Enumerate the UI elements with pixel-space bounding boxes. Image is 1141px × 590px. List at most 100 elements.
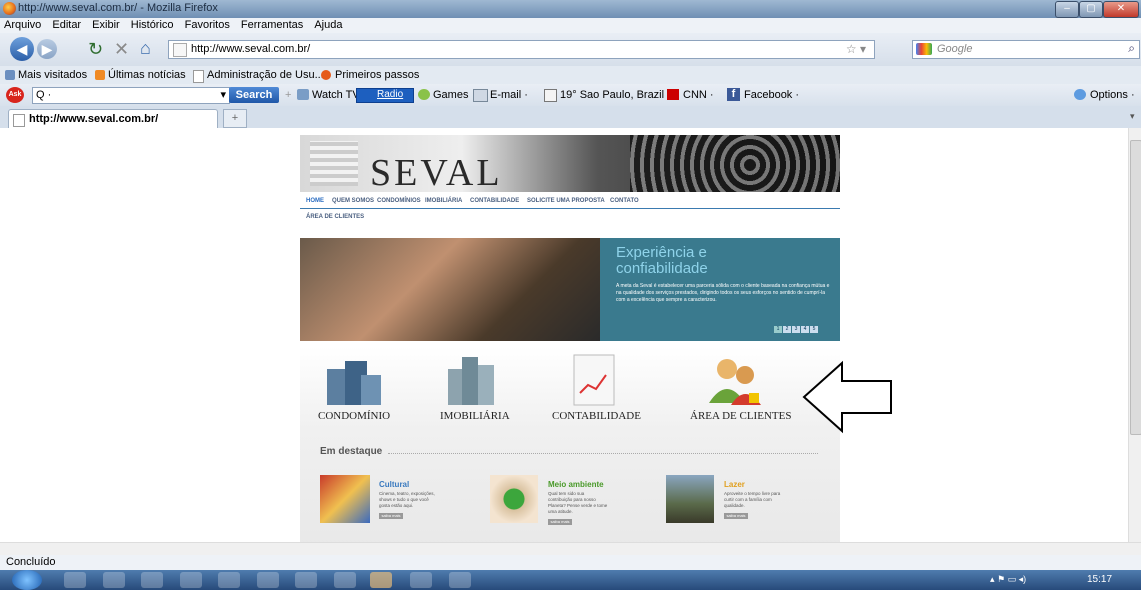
feature-cultural-title[interactable]: Cultural [379, 480, 439, 489]
start-button[interactable] [12, 570, 42, 590]
feature-meio-ambiente: Meio ambiente Qual tem sido sua contribu… [548, 480, 608, 525]
menu-historico[interactable]: Histórico [131, 18, 174, 33]
city-icon[interactable] [442, 355, 502, 407]
feature-meio-ambiente-title[interactable]: Meio ambiente [548, 480, 608, 489]
weather-link[interactable]: 19° Sao Paulo, Brazil · [560, 89, 671, 101]
ask-search-input[interactable]: Q · ▾ [32, 87, 230, 104]
taskbar-app-icon[interactable] [334, 572, 356, 588]
taskbar-app-icon[interactable] [218, 572, 240, 588]
service-contabilidade[interactable]: CONTABILIDADE [552, 410, 641, 422]
reload-icon[interactable]: ↻ [88, 39, 103, 60]
bookmark-primeiros-passos[interactable]: Primeiros passos [335, 69, 419, 81]
destaque-divider [388, 453, 818, 454]
watch-tv-link[interactable]: Watch TV [312, 89, 360, 101]
menu-bar: Arquivo Editar Exibir Histórico Favorito… [0, 18, 1141, 33]
maximize-button[interactable]: ▢ [1079, 1, 1103, 18]
nav-solicite-proposta[interactable]: SOLICITE UMA PROPOSTA [527, 198, 605, 204]
weather-icon [544, 89, 557, 102]
feature-lazer-title[interactable]: Lazer [724, 480, 784, 489]
hero-page-3[interactable]: 3 [792, 326, 800, 333]
hero-page-1[interactable]: 1 [774, 326, 782, 333]
hero-text: A meta da Seval é estabelecer uma parcer… [616, 283, 830, 303]
home-icon[interactable]: ⌂ [140, 38, 151, 59]
rss-icon [95, 70, 105, 80]
feature-meio-ambiente-button[interactable]: saiba mais [548, 519, 572, 525]
nav-home[interactable]: HOME [306, 198, 324, 204]
nav-area-clientes[interactable]: ÁREA DE CLIENTES [306, 214, 364, 220]
menu-favoritos[interactable]: Favoritos [185, 18, 230, 33]
page-icon [13, 114, 25, 127]
search-icon[interactable]: ⌕ [1128, 41, 1135, 56]
explorer-icon[interactable] [64, 572, 86, 588]
menu-ferramentas[interactable]: Ferramentas [241, 18, 303, 33]
new-tab-button[interactable]: + [223, 109, 247, 128]
leisure-image [666, 475, 714, 523]
tab-list-icon[interactable]: ▾ [1130, 111, 1135, 122]
address-bar[interactable]: http://www.seval.com.br/ ☆ ▾ [168, 40, 875, 59]
service-imobiliaria[interactable]: IMOBILIÁRIA [440, 410, 510, 422]
nav-condominios[interactable]: CONDOMÍNIOS [377, 198, 421, 204]
chart-document-icon[interactable] [570, 353, 620, 408]
menu-arquivo[interactable]: Arquivo [4, 18, 41, 33]
dropdown-arrow-icon[interactable]: ▾ [220, 88, 226, 101]
ask-search-button[interactable]: Search [229, 87, 279, 103]
service-area-clientes[interactable]: ÁREA DE CLIENTES [690, 410, 791, 422]
taskbar-app-icon[interactable] [103, 572, 125, 588]
hero-page-2[interactable]: 2 [783, 326, 791, 333]
nav-contato[interactable]: CONTATO [610, 198, 639, 204]
site-logo: SEVAL [370, 152, 503, 192]
back-icon[interactable]: ◀ [10, 37, 34, 61]
destaque-heading: Em destaque [320, 446, 383, 457]
games-icon [418, 89, 430, 100]
minimize-button[interactable]: ‒ [1055, 1, 1079, 18]
taskbar-app-icon[interactable] [410, 572, 432, 588]
navigation-bar: ◀ ▶ ↻ ✕ ⌂ http://www.seval.com.br/ ☆ ▾ G… [0, 33, 1141, 66]
buildings-icon[interactable] [325, 357, 385, 407]
bookmark-administracao[interactable]: Administração de Usu... [207, 69, 324, 81]
radio-button[interactable]: Radio [356, 88, 414, 103]
taskbar-app-icon[interactable] [141, 572, 163, 588]
ask-logo-icon[interactable]: Ask [6, 87, 24, 103]
nav-quem-somos[interactable]: QUEM SOMOS [332, 198, 374, 204]
feature-lazer-button[interactable]: saiba mais [724, 513, 748, 519]
email-link[interactable]: E-mail · [490, 89, 528, 101]
forward-icon[interactable]: ▶ [37, 39, 57, 59]
acrobat-icon[interactable] [449, 572, 471, 588]
hero-page-5[interactable]: 5 [810, 326, 818, 333]
vertical-scrollbar[interactable] [1128, 128, 1141, 542]
tray-icons[interactable]: ▴ ⚑ ▭ ◂) [990, 574, 1026, 585]
bookmark-ultimas-noticias[interactable]: Últimas notícias [108, 69, 186, 81]
banner-image [630, 135, 840, 192]
hero-page-4[interactable]: 4 [801, 326, 809, 333]
page-icon [193, 70, 204, 83]
feature-cultural: Cultural Cinema, teatro, exposições, sho… [379, 480, 439, 519]
close-button[interactable]: ✕ [1103, 1, 1139, 18]
nav-imobiliaria[interactable]: IMOBILIÁRIA [425, 198, 462, 204]
options-link[interactable]: Options · [1090, 89, 1135, 101]
menu-editar[interactable]: Editar [52, 18, 81, 33]
search-input[interactable]: Google ⌕ [912, 40, 1140, 59]
hero-banner: Experiência e confiabilidade A meta da S… [300, 238, 840, 341]
service-condominio[interactable]: CONDOMÍNIO [318, 410, 390, 422]
menu-ajuda[interactable]: Ajuda [314, 18, 342, 33]
firefox-taskbar-icon[interactable] [370, 572, 392, 588]
taskbar-app-icon[interactable] [180, 572, 202, 588]
ie-icon[interactable] [257, 572, 279, 588]
bookmark-mais-visitados[interactable]: Mais visitados [18, 69, 87, 81]
tab-seval[interactable]: http://www.seval.com.br/ [8, 109, 218, 129]
hero-title: Experiência e confiabilidade [616, 245, 708, 277]
google-icon[interactable] [916, 43, 932, 55]
cnn-link[interactable]: CNN · [683, 89, 714, 101]
clients-icon[interactable] [705, 355, 765, 407]
stop-icon[interactable]: ✕ [114, 39, 129, 60]
menu-exibir[interactable]: Exibir [92, 18, 120, 33]
facebook-link[interactable]: Facebook · [744, 89, 799, 101]
horizontal-scrollbar[interactable] [0, 542, 1141, 556]
taskbar-app-icon[interactable] [295, 572, 317, 588]
nav-contabilidade[interactable]: CONTABILIDADE [470, 198, 519, 204]
tv-icon [297, 89, 309, 100]
games-link[interactable]: Games [433, 89, 468, 101]
bookmark-star-icon[interactable]: ☆ ▾ [846, 42, 866, 56]
feature-cultural-button[interactable]: saiba mais [379, 513, 403, 519]
scroll-thumb[interactable] [1130, 140, 1141, 435]
